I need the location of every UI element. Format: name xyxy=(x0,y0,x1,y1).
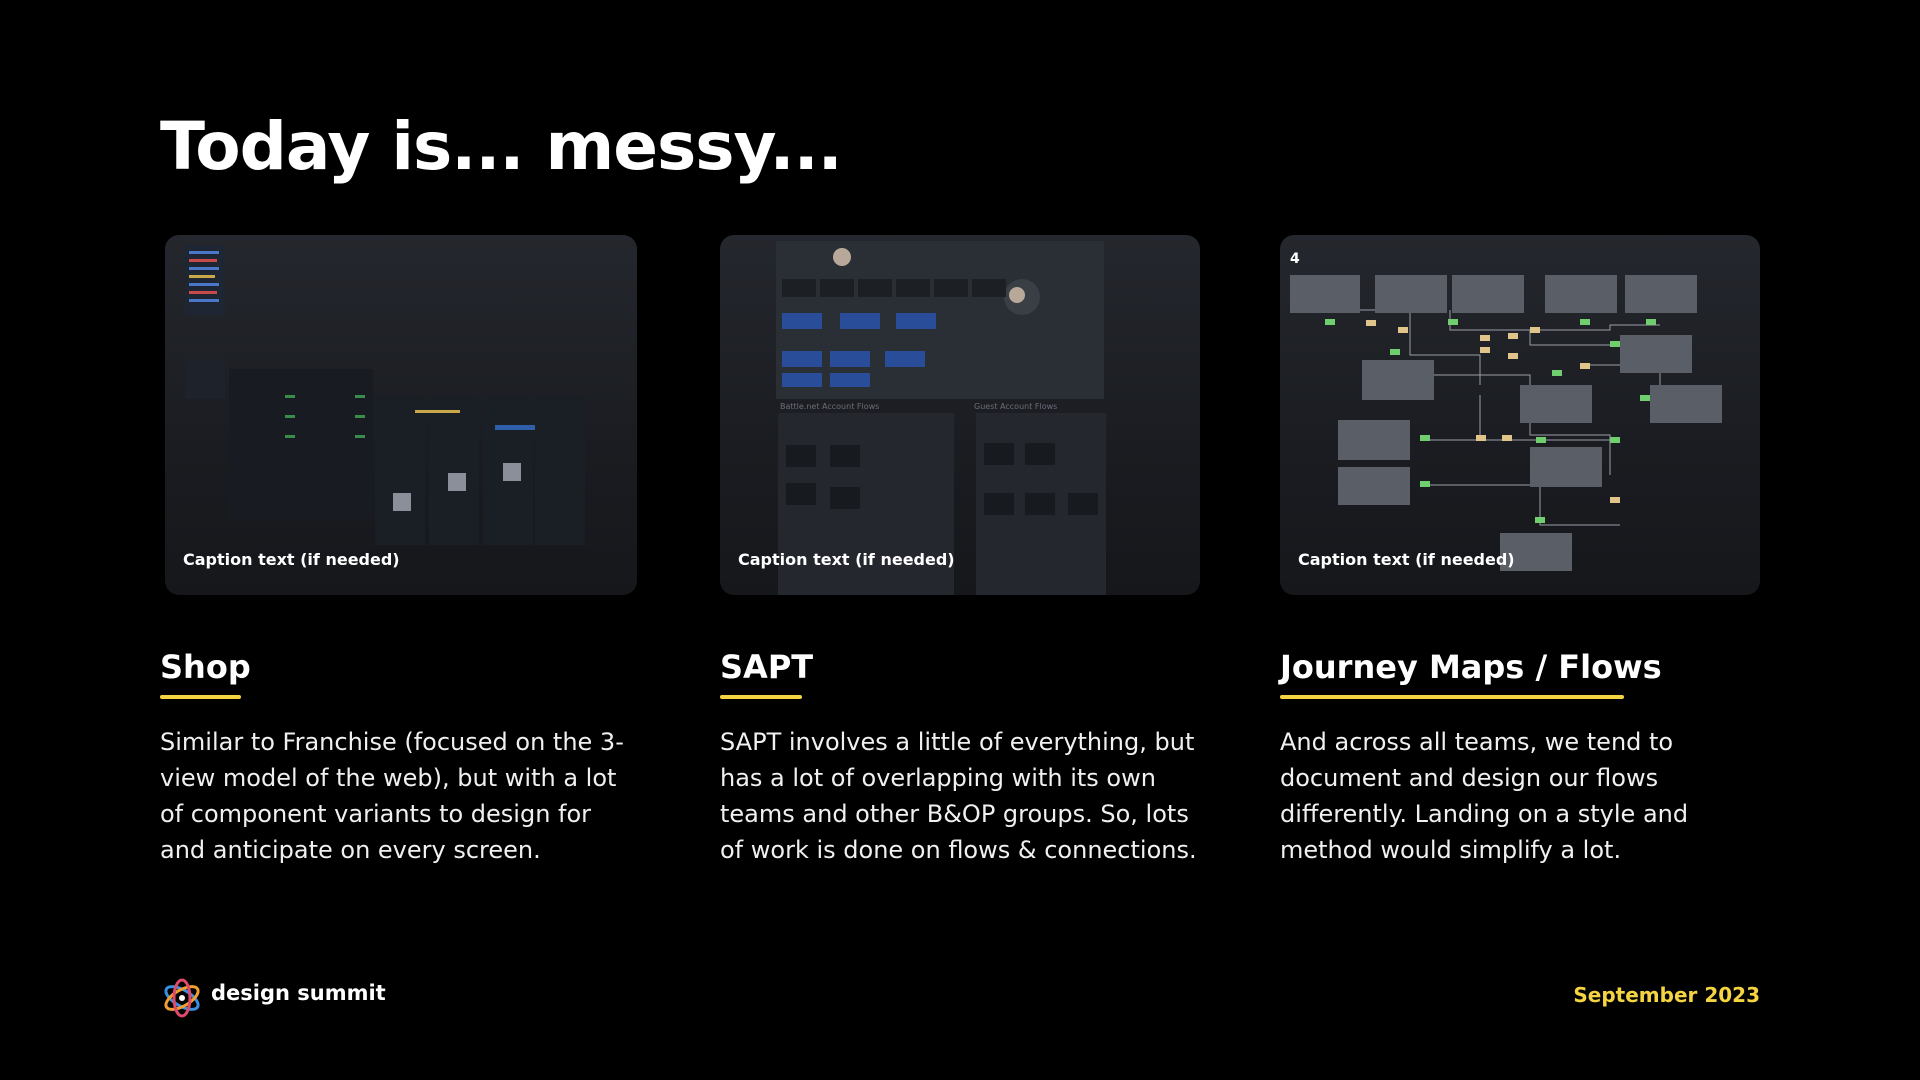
sapt-heading: SAPT xyxy=(720,648,814,686)
shop-thumbnail: Caption text (if needed) xyxy=(165,235,637,595)
card-caption: Caption text (if needed) xyxy=(183,550,400,569)
battle-net-flows-label: Battle.net Account Flows xyxy=(780,402,879,411)
card-caption: Caption text (if needed) xyxy=(738,550,955,569)
sapt-thumbnail: Battle.net Account Flows Guest Account F… xyxy=(720,235,1200,595)
shop-heading: Shop xyxy=(160,648,251,686)
atom-logo-icon xyxy=(164,978,200,1018)
footer-brand: design summit xyxy=(211,981,386,1005)
guest-flows-label: Guest Account Flows xyxy=(974,402,1057,411)
journey-maps-heading: Journey Maps / Flows xyxy=(1280,648,1662,686)
journey-maps-description: And across all teams, we tend to documen… xyxy=(1280,728,1689,864)
card-caption: Caption text (if needed) xyxy=(1298,550,1515,569)
sapt-flows-collage: Battle.net Account Flows Guest Account F… xyxy=(776,241,1106,595)
sapt-heading-underline xyxy=(720,695,802,699)
step-number: 4 xyxy=(1290,251,1300,267)
journey-map-thumbnail: 4 Caption text (if needed) xyxy=(1280,235,1760,595)
sapt-description: SAPT involves a little of everything, bu… xyxy=(720,728,1197,864)
footer-date: September 2023 xyxy=(1573,983,1760,1007)
journey-map-diagram: 4 xyxy=(1290,251,1722,571)
journey-maps-heading-underline xyxy=(1280,695,1624,699)
shop-description: Similar to Franchise (focused on the 3-v… xyxy=(160,728,624,864)
shop-screens-collage xyxy=(185,245,585,545)
slide-title: Today is... messy... xyxy=(160,108,843,185)
shop-heading-underline xyxy=(160,695,241,699)
